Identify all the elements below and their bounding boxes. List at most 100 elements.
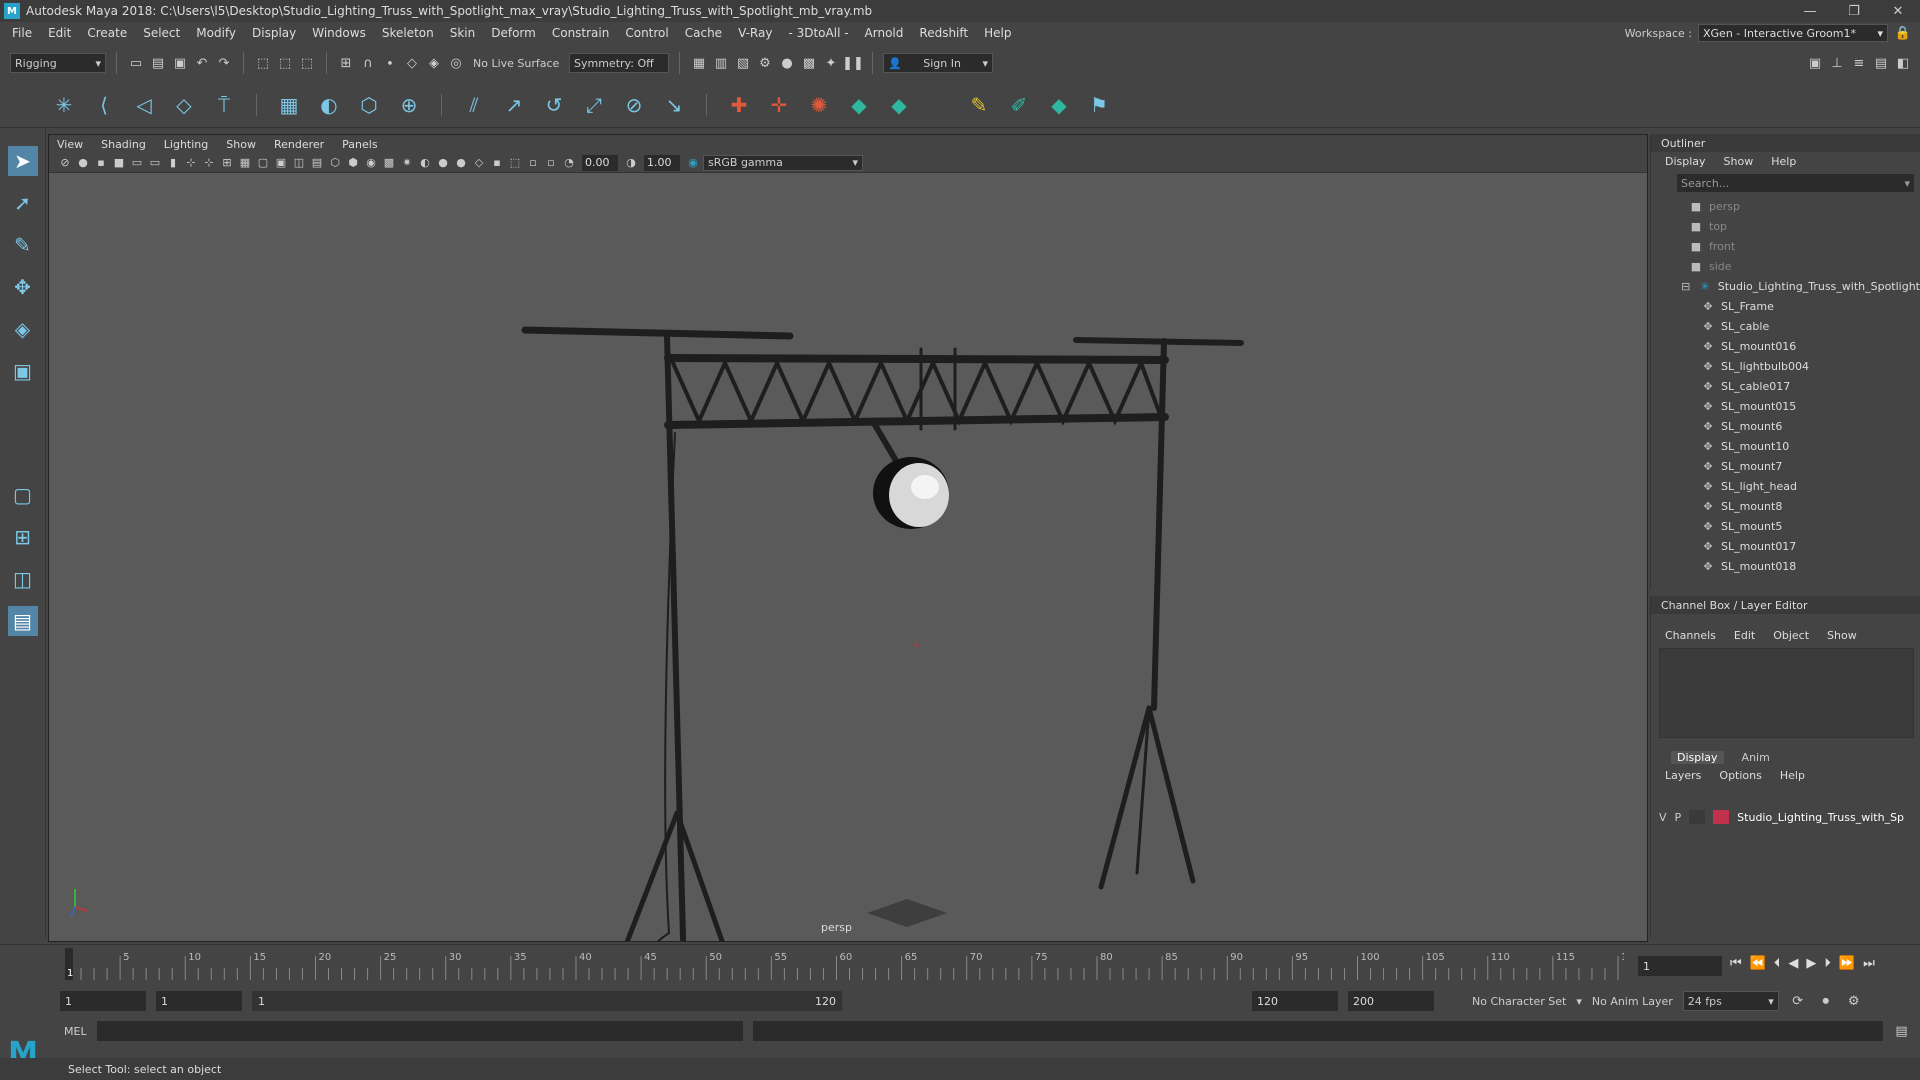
minimize-button[interactable]: — <box>1788 4 1832 19</box>
exposure-field[interactable]: 0.00 <box>582 154 618 171</box>
shadows-icon[interactable]: ⬢ <box>345 155 361 171</box>
menu-constrain[interactable]: Constrain <box>544 26 618 40</box>
outliner-search-input[interactable]: Search... ▾ <box>1677 174 1914 192</box>
snap-point-icon[interactable]: ∙ <box>381 54 399 72</box>
use-lights-icon[interactable]: ⬡ <box>327 155 343 171</box>
menu-deform[interactable]: Deform <box>483 26 544 40</box>
collapse-icon[interactable]: ⊟ <box>1679 280 1692 293</box>
list-item[interactable]: ■ side <box>1679 256 1920 276</box>
menu-windows[interactable]: Windows <box>304 26 374 40</box>
list-item[interactable]: ✥ SL_mount5 <box>1679 516 1920 536</box>
loop-icon[interactable]: ⟳ <box>1789 992 1807 1010</box>
step-forward-frame-icon[interactable]: ⏵ <box>1824 956 1831 971</box>
pause-icon[interactable]: ❚❚ <box>842 54 864 72</box>
layer-menu-layers[interactable]: Layers <box>1665 769 1701 782</box>
constraint-orient-icon[interactable]: ↺ <box>540 91 568 119</box>
gate-mask-icon[interactable]: ▮ <box>165 155 181 171</box>
play-backward-icon[interactable]: ◀ <box>1788 956 1798 971</box>
list-item[interactable]: ✥ SL_cable017 <box>1679 376 1920 396</box>
tab-anim[interactable]: Anim <box>1742 751 1770 764</box>
channel-menu-object[interactable]: Object <box>1773 629 1809 642</box>
outliner-persp-layout-icon[interactable]: ▤ <box>7 606 38 636</box>
ipr-render-icon[interactable]: ▧ <box>734 54 752 72</box>
list-item[interactable]: ✥ SL_mount8 <box>1679 496 1920 516</box>
list-item[interactable]: ■ persp <box>1679 196 1920 216</box>
list-item[interactable]: ✥ SL_lightbulb004 <box>1679 356 1920 376</box>
viewport-menu-renderer[interactable]: Renderer <box>274 138 324 151</box>
menu-skin[interactable]: Skin <box>442 26 484 40</box>
camera-attributes-icon[interactable]: ⊘ <box>57 155 73 171</box>
xray-icon[interactable]: ◫ <box>291 155 307 171</box>
anim-start-field[interactable]: 1 <box>156 991 242 1011</box>
snap-curve-icon[interactable]: ∩ <box>359 54 377 72</box>
select-object-icon[interactable]: ⬚ <box>276 54 294 72</box>
insert-joint-icon[interactable]: ✛ <box>765 91 793 119</box>
textured-icon[interactable]: ▤ <box>309 155 325 171</box>
select-component-icon[interactable]: ⬚ <box>298 54 316 72</box>
range-slider[interactable]: 1 120 <box>252 991 842 1011</box>
smooth-shade-icon[interactable]: ▢ <box>255 155 271 171</box>
joint-tool-icon[interactable]: ✳ <box>50 91 78 119</box>
layer-row[interactable]: V P Studio_Lighting_Truss_with_Sp <box>1659 808 1914 826</box>
menu-set-dropdown[interactable]: Rigging ▾ <box>10 53 106 73</box>
end-time-field[interactable]: 120 <box>1252 991 1338 1011</box>
menu-skeleton[interactable]: Skeleton <box>374 26 442 40</box>
menu-create[interactable]: Create <box>79 26 135 40</box>
film-gate-icon[interactable]: ▭ <box>129 155 145 171</box>
outliner-menu-help[interactable]: Help <box>1771 155 1796 168</box>
list-item[interactable]: ✥ SL_mount017 <box>1679 536 1920 556</box>
symmetry-dropdown[interactable]: Symmetry: Off <box>569 53 669 73</box>
layer-menu-options[interactable]: Options <box>1719 769 1761 782</box>
menu-3dtoall[interactable]: - 3DtoAll - <box>780 26 856 40</box>
outliner-toggle-icon[interactable]: ◧ <box>1894 54 1912 72</box>
humanik-icon[interactable]: ⍑ <box>210 91 238 119</box>
grid-icon[interactable]: ⊞ <box>219 155 235 171</box>
viewport-menu-show[interactable]: Show <box>226 138 256 151</box>
layer-playback-toggle[interactable]: P <box>1675 811 1682 824</box>
channel-box-toggle-icon[interactable]: ▤ <box>1872 54 1890 72</box>
camera-icon[interactable]: ■ <box>111 155 127 171</box>
modeling-toolkit-icon[interactable]: ▣ <box>1806 54 1824 72</box>
auto-key-icon[interactable]: ⏺ <box>1817 992 1835 1010</box>
gamma-field[interactable]: 1.00 <box>644 154 680 171</box>
xray-joints-icon[interactable]: ● <box>453 155 469 171</box>
motion-blur-icon[interactable]: ▩ <box>381 155 397 171</box>
go-to-end-icon[interactable]: ⏭ <box>1863 956 1875 971</box>
sculpt-icon[interactable]: ⊕ <box>395 91 423 119</box>
sign-in-dropdown[interactable]: 👤 Sign In ▾ <box>883 53 993 73</box>
hud-icon[interactable]: ▪ <box>489 155 505 171</box>
channel-menu-channels[interactable]: Channels <box>1665 629 1716 642</box>
menu-file[interactable]: File <box>4 26 40 40</box>
step-back-key-icon[interactable]: ⏪ <box>1750 956 1766 971</box>
skeleton-rig-icon[interactable]: ◆ <box>885 91 913 119</box>
wireframe-icon[interactable]: ▦ <box>237 155 253 171</box>
outliner-menu-show[interactable]: Show <box>1724 155 1754 168</box>
safe-action-icon[interactable]: ⊹ <box>201 155 217 171</box>
pin-icon[interactable]: ⚑ <box>1085 91 1113 119</box>
resolution-gate-icon[interactable]: ▭ <box>147 155 163 171</box>
menu-vray[interactable]: V-Ray <box>730 26 780 40</box>
colorspace-dropdown[interactable]: sRGB gamma ▾ <box>703 154 863 171</box>
viewport-menu-view[interactable]: View <box>57 138 83 151</box>
render-settings-icon[interactable]: ⚙ <box>756 54 774 72</box>
tool-settings-icon[interactable]: ≡ <box>1850 54 1868 72</box>
lasso-tool-icon[interactable]: ➚ <box>8 188 38 218</box>
lock-icon[interactable]: 🔒 <box>1894 24 1912 42</box>
layer-color-swatch[interactable] <box>1713 810 1730 824</box>
time-ticks[interactable]: 5 10 15 20 25 30 35 40 45 50 55 60 65 70 75 80 85 90 95 100… <box>64 948 1624 980</box>
select-tool-icon[interactable]: ➤ <box>7 146 38 176</box>
hypershade-icon[interactable]: ● <box>778 54 796 72</box>
constraint-aim-icon[interactable]: ⊘ <box>620 91 648 119</box>
frame-all-icon[interactable]: ▫ <box>525 155 541 171</box>
move-tool-icon[interactable]: ✥ <box>8 272 38 302</box>
ssao-icon[interactable]: ◉ <box>363 155 379 171</box>
snap-grid-icon[interactable]: ⊞ <box>337 54 355 72</box>
step-back-frame-icon[interactable]: ⏴ <box>1774 956 1781 971</box>
viewport-menu-panels[interactable]: Panels <box>342 138 377 151</box>
isolate-select-icon[interactable]: ● <box>435 155 451 171</box>
rotate-tool-icon[interactable]: ◈ <box>8 314 38 344</box>
command-input[interactable] <box>96 1021 743 1041</box>
menu-display[interactable]: Display <box>244 26 304 40</box>
lattice-icon[interactable]: ▦ <box>275 91 303 119</box>
character-set-field[interactable]: No Character Set <box>1472 995 1566 1008</box>
